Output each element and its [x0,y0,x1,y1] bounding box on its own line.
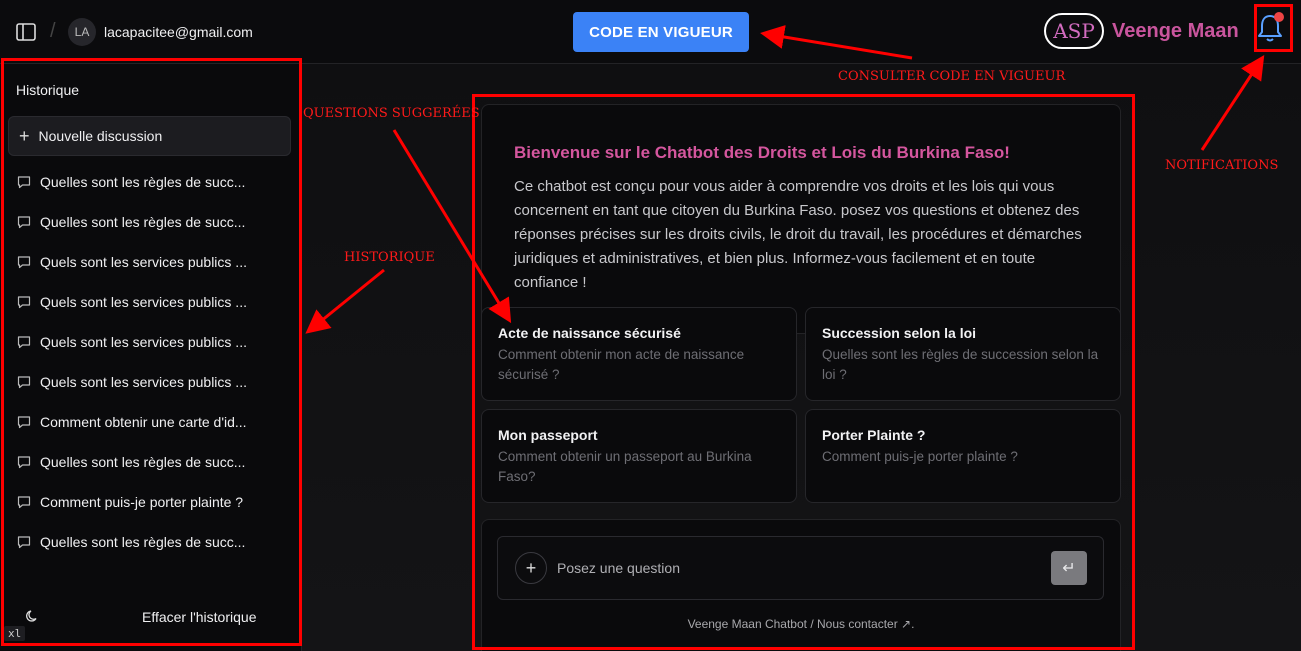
brand-name: Veenge Maan [1112,20,1239,42]
sidebar-toggle-icon[interactable] [16,23,36,41]
annotation-box-history [1,58,302,646]
annotation-label-consulter: CONSULTER CODE EN VIGUEUR [838,69,1066,84]
top-bar: / LA lacapacitee@gmail.com CODE EN VIGUE… [0,0,1301,64]
avatar[interactable]: LA [68,18,96,46]
breadcrumb-separator: / [50,20,56,42]
user-email: lacapacitee@gmail.com [104,24,253,40]
annotation-label-notifications: NOTIFICATIONS [1165,158,1279,173]
annotation-label-historique: HISTORIQUE [344,250,435,265]
annotation-box-notifications [1254,4,1293,52]
annotation-box-chat [472,94,1135,650]
logo-badge: ASP [1044,13,1104,49]
code-en-vigueur-button[interactable]: CODE EN VIGUEUR [573,12,749,52]
annotation-label-questions: QUESTIONS SUGGERÉES [303,106,480,121]
